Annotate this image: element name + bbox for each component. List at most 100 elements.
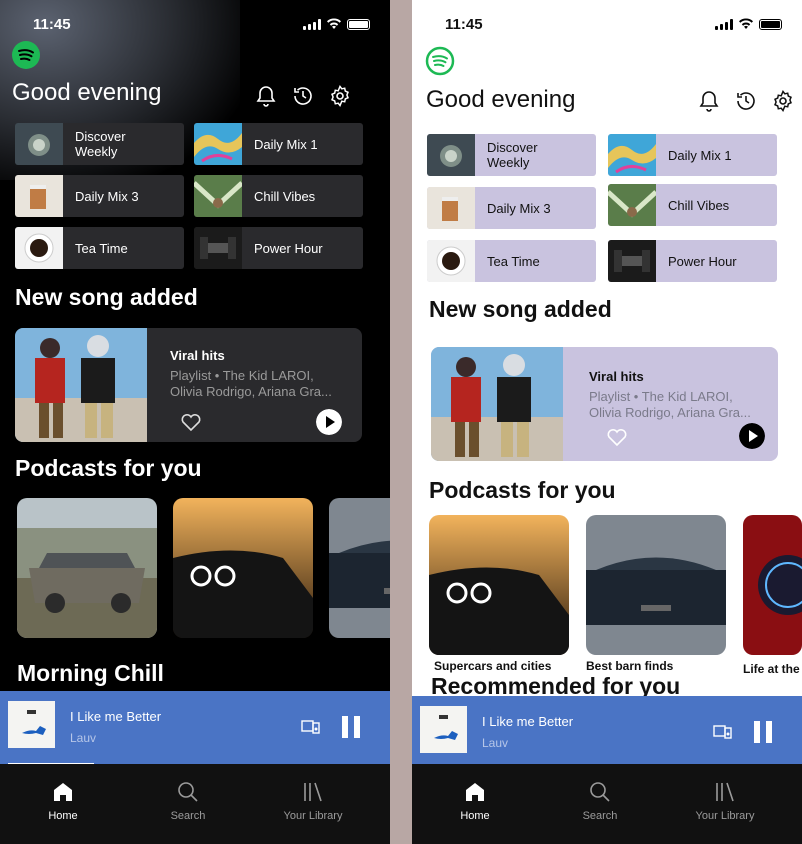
quick-pick-label: Daily Mix 3 — [487, 200, 551, 216]
podcast-label: Life at the — [743, 662, 800, 676]
status-bar: 11:45 — [0, 16, 390, 36]
new-song-card[interactable]: Viral hits Playlist • The Kid LAROI, Oli… — [431, 347, 778, 461]
quick-pick-label: Tea Time — [75, 240, 128, 256]
podcast-cover-life[interactable] — [743, 515, 802, 655]
heart-icon[interactable] — [180, 412, 202, 432]
quick-pick-thumbnail — [608, 240, 656, 282]
nav-search[interactable]: Search — [560, 780, 640, 822]
quick-pick-label: Discover Weekly — [487, 140, 538, 170]
gear-icon[interactable] — [771, 89, 795, 113]
quick-pick-thumbnail — [608, 184, 656, 226]
dark-mode-screen: 11:45 Good evening Discover Weekly Daily … — [0, 0, 390, 844]
now-playing-cover — [8, 701, 55, 748]
playlist-subtitle: Playlist • The Kid LAROI, Olivia Rodrigo… — [589, 389, 751, 420]
nav-library-label: Your Library — [695, 810, 755, 822]
nav-home[interactable]: Home — [435, 780, 515, 822]
bottom-nav: Home Search Your Library — [412, 764, 802, 844]
quick-pick-thumbnail — [15, 175, 63, 217]
quick-pick-tile[interactable]: Daily Mix 3 — [427, 187, 596, 229]
quick-pick-tile[interactable]: Discover Weekly — [427, 134, 596, 176]
now-playing-artist: Lauv — [482, 736, 509, 750]
nav-library[interactable]: Your Library — [273, 780, 353, 822]
quick-pick-tile[interactable]: Daily Mix 1 — [608, 134, 777, 176]
nav-home[interactable]: Home — [23, 780, 103, 822]
library-icon — [716, 782, 734, 802]
quick-pick-tile[interactable]: Tea Time — [427, 240, 596, 282]
section-title-podcasts: Podcasts for you — [15, 455, 202, 481]
nav-search-label: Search — [582, 810, 618, 822]
battery-icon — [347, 18, 370, 30]
now-playing-artist: Lauv — [70, 731, 97, 745]
status-time: 11:45 — [33, 16, 71, 33]
quick-pick-tile[interactable]: Tea Time — [15, 227, 184, 269]
quick-pick-tile[interactable]: Power Hour — [608, 240, 777, 282]
heart-icon[interactable] — [606, 427, 628, 447]
podcast-label: Supercars and cities — [434, 659, 552, 673]
mini-player[interactable]: I Like me Better Lauv — [0, 691, 390, 765]
history-icon[interactable] — [291, 84, 315, 108]
mini-player[interactable]: I Like me Better Lauv — [412, 696, 802, 770]
quick-pick-thumbnail — [194, 227, 242, 269]
search-icon — [178, 782, 198, 802]
album-art-image — [431, 347, 563, 461]
greeting-title: Good evening — [12, 79, 162, 106]
light-mode-screen: 11:45 Good evening Discover Weekly Daily … — [412, 0, 802, 844]
quick-pick-thumbnail — [608, 134, 656, 176]
bottom-nav: Home Search Your Library — [0, 764, 390, 844]
quick-pick-tile[interactable]: Daily Mix 3 — [15, 175, 184, 217]
quick-pick-thumbnail — [15, 227, 63, 269]
podcast-cover-barn-finds[interactable] — [586, 515, 726, 655]
playlist-subtitle: Playlist • The Kid LAROI, Olivia Rodrigo… — [170, 368, 332, 399]
signal-icon — [303, 18, 321, 30]
playlist-title: Viral hits — [589, 369, 644, 384]
history-icon[interactable] — [734, 89, 758, 113]
podcast-cover-barn[interactable] — [17, 498, 157, 638]
bell-icon[interactable] — [697, 89, 721, 113]
quick-pick-label: Chill Vibes — [254, 188, 316, 204]
spotify-logo-icon — [425, 46, 455, 76]
status-time: 11:45 — [445, 16, 483, 33]
section-title-morning-chill: Morning Chill — [17, 660, 164, 686]
podcast-cover-supercars[interactable] — [173, 498, 313, 638]
home-icon — [466, 783, 484, 801]
quick-pick-label: Discover Weekly — [75, 129, 126, 159]
section-title-new-song: New song added — [429, 296, 612, 322]
status-bar: 11:45 — [412, 16, 802, 36]
quick-pick-tile[interactable]: Discover Weekly — [15, 123, 184, 165]
quick-pick-label: Power Hour — [254, 240, 323, 256]
quick-pick-thumbnail — [15, 123, 63, 165]
wifi-icon — [327, 18, 341, 29]
pause-icon[interactable] — [340, 715, 362, 739]
quick-pick-tile[interactable]: Chill Vibes — [194, 175, 363, 217]
album-art-image — [15, 328, 147, 442]
nav-library[interactable]: Your Library — [685, 780, 765, 822]
quick-pick-label: Daily Mix 3 — [75, 188, 139, 204]
pause-icon[interactable] — [752, 720, 774, 744]
bell-icon[interactable] — [254, 84, 278, 108]
devices-icon[interactable] — [713, 724, 732, 740]
devices-icon[interactable] — [301, 719, 320, 735]
quick-pick-label: Power Hour — [668, 253, 737, 269]
quick-pick-thumbnail — [194, 123, 242, 165]
new-song-card[interactable]: Viral hits Playlist • The Kid LAROI, Oli… — [15, 328, 362, 442]
quick-pick-tile[interactable]: Daily Mix 1 — [194, 123, 363, 165]
spotify-logo-icon — [12, 41, 40, 69]
podcast-cover-barn-finds[interactable] — [329, 498, 390, 638]
play-button-icon[interactable] — [316, 409, 342, 435]
now-playing-title: I Like me Better — [482, 714, 574, 729]
nav-home-label: Home — [48, 810, 78, 822]
now-playing-title: I Like me Better — [70, 709, 162, 724]
section-title-new-song: New song added — [15, 284, 198, 310]
gear-icon[interactable] — [328, 84, 352, 108]
nav-search[interactable]: Search — [148, 780, 228, 822]
quick-pick-label: Chill Vibes — [668, 197, 730, 213]
podcast-cover-supercars[interactable] — [429, 515, 569, 655]
quick-pick-tile[interactable]: Power Hour — [194, 227, 363, 269]
quick-pick-label: Daily Mix 1 — [668, 147, 732, 163]
search-icon — [590, 782, 610, 802]
quick-pick-tile[interactable]: Chill Vibes — [608, 184, 777, 226]
podcast-label: Best barn finds — [586, 659, 674, 673]
play-button-icon[interactable] — [739, 423, 765, 449]
quick-pick-thumbnail — [427, 240, 475, 282]
battery-icon — [759, 18, 782, 30]
